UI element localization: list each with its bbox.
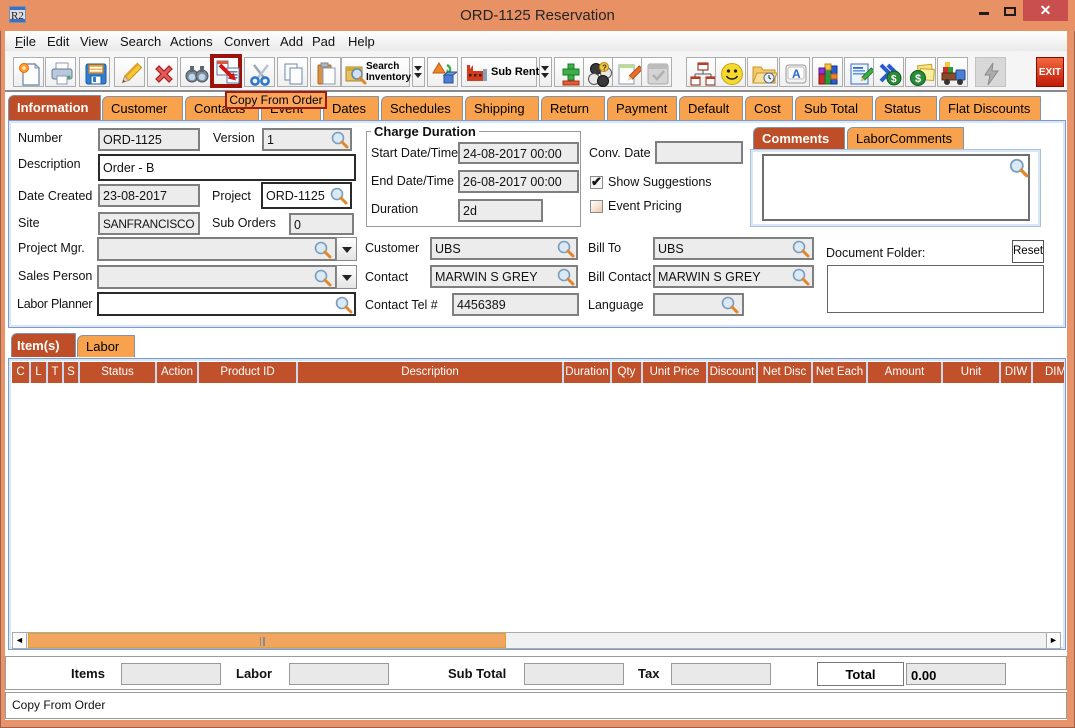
svg-text:$: $: [915, 73, 921, 85]
svg-text:$: $: [891, 74, 897, 85]
svg-text:?: ?: [602, 64, 607, 73]
svg-text:A: A: [792, 67, 801, 81]
